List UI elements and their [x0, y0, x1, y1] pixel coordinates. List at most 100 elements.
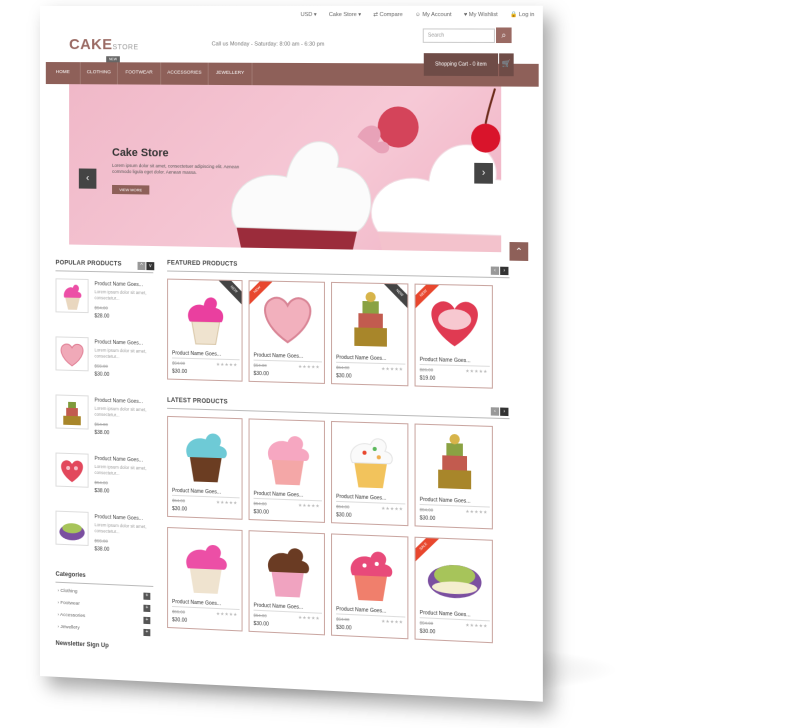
- product-name[interactable]: Product Name Goes...: [94, 456, 142, 464]
- popular-item[interactable]: Product Name Goes... Lorem ipsum dolor s…: [56, 336, 154, 395]
- hero-banner: Cake Store Lorem ipsum dolor sit amet, c…: [69, 84, 501, 252]
- store-logo[interactable]: CAKESTORE: [69, 36, 138, 53]
- product-card[interactable]: SALE Product Name Goes... $54.00 $30.00 …: [415, 537, 493, 644]
- product-card[interactable]: NEW Product Name Goes... $26.00 $19.00 ★…: [415, 284, 493, 389]
- shopping-cart-button[interactable]: Shopping Cart - 0 item: [424, 53, 498, 76]
- featured-nav: ‹ ›: [491, 267, 509, 276]
- product-card[interactable]: Product Name Goes... $54.00 $30.00 ★★★★★: [167, 416, 242, 520]
- popular-item[interactable]: Product Name Goes... Lorem ipsum dolor s…: [56, 453, 154, 513]
- popular-item[interactable]: Product Name Goes... Lorem ipsum dolor s…: [56, 511, 154, 571]
- popular-item[interactable]: Product Name Goes... Lorem ipsum dolor s…: [56, 394, 154, 453]
- chevron-up-icon: ⌃: [515, 246, 523, 257]
- product-image[interactable]: [172, 284, 240, 348]
- account-link[interactable]: ☺ My Account: [415, 12, 452, 18]
- login-link[interactable]: 🔒 Log in: [510, 12, 534, 18]
- product-image[interactable]: [420, 429, 490, 495]
- product-name[interactable]: Product Name Goes...: [94, 281, 142, 288]
- wishlist-link[interactable]: ♥ My Wishlist: [464, 12, 498, 18]
- rating-stars: ★★★★★: [381, 506, 403, 513]
- product-image[interactable]: [420, 289, 490, 355]
- chevron-left-icon[interactable]: ‹: [491, 407, 499, 416]
- cart-icon[interactable]: 🛒: [499, 53, 514, 76]
- chevron-up-icon[interactable]: ^: [138, 262, 146, 270]
- product-card[interactable]: Product Name Goes... $54.00 $30.00 ★★★★★: [415, 424, 493, 530]
- chevron-right-icon: ›: [482, 167, 485, 178]
- product-name[interactable]: Product Name Goes...: [172, 350, 221, 357]
- product-card[interactable]: Product Name Goes... $54.00 $30.00 ★★★★★: [249, 418, 325, 523]
- currency-label: USD: [301, 12, 313, 18]
- banner-next-button[interactable]: ›: [474, 163, 493, 184]
- category-item-jewellery[interactable]: › Jewellery: [57, 625, 79, 631]
- chevron-right-icon[interactable]: ›: [500, 267, 508, 275]
- product-name[interactable]: Product Name Goes...: [94, 339, 142, 346]
- old-price: $56.00: [172, 609, 185, 615]
- flower-cake-image: [424, 545, 486, 605]
- product-card[interactable]: NEW Product Name Goes... $54.00 $30.00 ★…: [249, 280, 325, 384]
- product-image[interactable]: [172, 421, 240, 486]
- account-label: My Account: [422, 12, 451, 18]
- old-price: $54.00: [254, 363, 267, 368]
- top-bar: USD ▾ Cake Store ▾ ⇄ Compare ☺ My Accoun…: [301, 12, 535, 18]
- chevron-right-icon[interactable]: ›: [500, 408, 508, 417]
- cupcake-image: [342, 540, 399, 604]
- compare-link[interactable]: ⇄ Compare: [373, 12, 402, 18]
- category-item-accessories[interactable]: › Accessories: [57, 613, 85, 619]
- search-input[interactable]: Search: [423, 28, 495, 43]
- nav-item-clothing[interactable]: Clothing: [81, 62, 118, 84]
- expand-plus-icon[interactable]: +: [143, 629, 150, 636]
- product-thumbnail[interactable]: [56, 336, 89, 371]
- chevron-down-icon[interactable]: v: [146, 262, 154, 270]
- product-thumbnail[interactable]: [56, 394, 89, 429]
- price: $30.00: [254, 621, 269, 628]
- product-card[interactable]: Product Name Goes... $56.00 $30.00 ★★★★★: [167, 527, 242, 632]
- product-card[interactable]: Product Name Goes... $54.00 $30.00 ★★★★★: [331, 533, 408, 639]
- search-button[interactable]: ⌕: [496, 27, 512, 43]
- product-description: Lorem ipsum dolor sit amet, consectetur.…: [94, 347, 151, 360]
- product-card[interactable]: Product Name Goes... $54.00 $30.00 ★★★★★: [249, 530, 325, 635]
- category-item-footwear[interactable]: › Footwear: [57, 601, 79, 607]
- rating-stars: ★★★★★: [298, 364, 320, 371]
- scroll-top-button[interactable]: ⌃: [510, 242, 529, 261]
- product-image[interactable]: [420, 542, 490, 609]
- product-image[interactable]: [336, 426, 405, 492]
- category-label: Clothing: [60, 589, 77, 595]
- banner-view-more-button[interactable]: VIEW MORE: [112, 185, 149, 195]
- product-thumbnail[interactable]: [56, 453, 89, 488]
- categories-title: Categories: [56, 572, 86, 579]
- popular-products-title: Popular Products: [56, 260, 122, 267]
- product-image[interactable]: [254, 285, 322, 350]
- product-card[interactable]: Product Name Goes... $54.00 $30.00 ★★★★★: [331, 421, 408, 526]
- product-image[interactable]: [254, 424, 322, 489]
- categories-divider: [56, 582, 154, 587]
- product-card[interactable]: NEW Product Name Goes... $54.00 $30.00 ★…: [167, 279, 242, 382]
- product-name[interactable]: Product Name Goes...: [94, 514, 142, 522]
- expand-plus-icon[interactable]: +: [143, 593, 150, 600]
- expand-plus-icon[interactable]: +: [143, 617, 150, 624]
- expand-plus-icon[interactable]: +: [143, 605, 150, 612]
- product-image[interactable]: [254, 535, 322, 601]
- banner-prev-button[interactable]: ‹: [79, 168, 97, 188]
- product-image[interactable]: [336, 287, 405, 352]
- product-name[interactable]: Product Name Goes...: [336, 355, 386, 362]
- popular-item[interactable]: Product Name Goes... Lorem ipsum dolor s…: [56, 278, 154, 336]
- product-image[interactable]: [172, 532, 240, 598]
- chevron-left-icon[interactable]: ‹: [491, 267, 499, 275]
- nav-item-accessories[interactable]: Accessories: [161, 62, 209, 84]
- old-price: $54.00: [336, 365, 349, 370]
- rating-stars: ★★★★★: [465, 622, 487, 629]
- store-select[interactable]: Cake Store ▾: [329, 12, 361, 18]
- price: $30.00: [172, 369, 187, 375]
- product-name[interactable]: Product Name Goes...: [254, 352, 304, 359]
- product-image[interactable]: [336, 539, 405, 605]
- product-name[interactable]: Product Name Goes...: [420, 357, 471, 365]
- currency-select[interactable]: USD ▾: [301, 12, 317, 18]
- banner-title: Cake Store: [112, 147, 169, 160]
- nav-item-footwear[interactable]: Footwear: [118, 62, 161, 84]
- product-thumbnail[interactable]: [56, 511, 89, 546]
- category-item-clothing[interactable]: › Clothing: [57, 589, 77, 595]
- nav-item-home[interactable]: Home: [46, 62, 81, 84]
- nav-item-jewellery[interactable]: Jewellery: [209, 63, 253, 86]
- product-name[interactable]: Product Name Goes...: [94, 398, 142, 405]
- product-thumbnail[interactable]: [56, 278, 89, 313]
- product-card[interactable]: NEW Product Name Goes... $54.00 $30.00 ★…: [331, 282, 408, 386]
